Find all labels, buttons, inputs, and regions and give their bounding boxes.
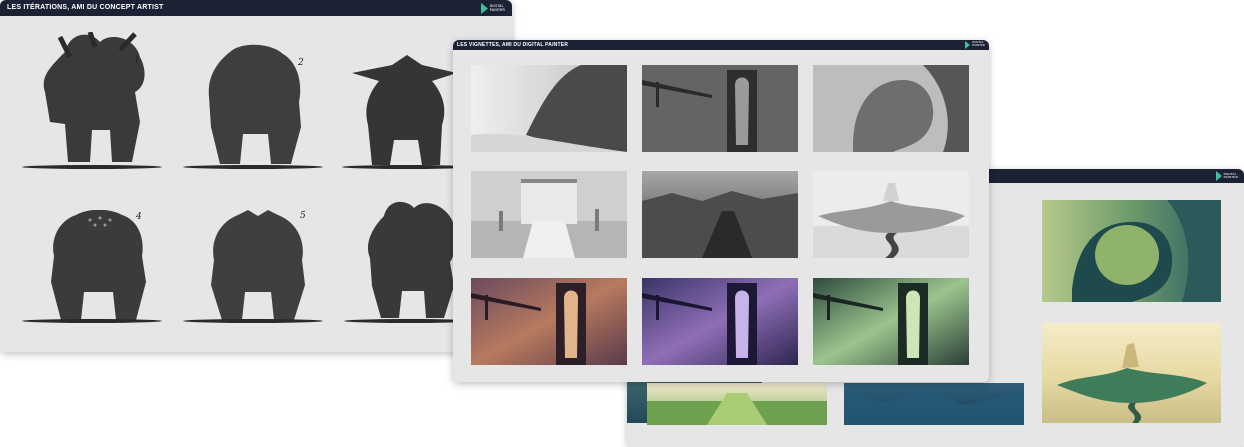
vignette-statue-green[interactable] (813, 278, 969, 365)
iteration-number-2: 2 (298, 58, 304, 68)
vignette-face[interactable] (813, 65, 969, 152)
ground-shadow (183, 165, 323, 169)
vignette-temple[interactable] (471, 171, 627, 258)
iterations-card: LES ITÉRATIONS, AMI DU CONCEPT ARTIST DI… (0, 0, 512, 352)
brand-logo-line2: PAINTER (1223, 175, 1238, 179)
vignette-statue-purple[interactable] (642, 278, 798, 365)
creature-sketch-4[interactable] (48, 210, 148, 322)
ground-shadow (22, 165, 162, 169)
creature-sketch-5[interactable] (208, 210, 308, 322)
ground-shadow (22, 319, 162, 323)
ground-shadow (183, 319, 323, 323)
brand-logo-icon (480, 3, 488, 14)
creature-sketch-1[interactable] (40, 32, 155, 167)
brand-logo-icon (965, 41, 971, 49)
vignette-statue[interactable] (642, 65, 798, 152)
vignettes-header: LES VIGNETTES, AMI DU DIGITAL PAINTER DI… (453, 40, 989, 50)
vignette-island[interactable] (813, 171, 969, 258)
creature-sketch-6[interactable] (364, 196, 459, 321)
brand-logo: DIGITAL PAINTER (1215, 171, 1238, 181)
brand-logo-icon (1215, 171, 1222, 181)
variant-tile-stairs[interactable] (647, 383, 827, 425)
creature-sketch-3[interactable] (352, 55, 457, 170)
iteration-number-4: 4 (136, 212, 142, 222)
creature-sketch-2[interactable] (205, 42, 305, 167)
iteration-number-5: 5 (300, 211, 306, 221)
variant-tile-valley[interactable] (844, 383, 1024, 425)
vignette-cliff[interactable] (471, 65, 627, 152)
iterations-title: LES ITÉRATIONS, AMI DU CONCEPT ARTIST (7, 4, 164, 11)
vignette-canyon[interactable] (642, 171, 798, 258)
iteration-number-1: 1 (134, 56, 140, 66)
vignettes-card: LES VIGNETTES, AMI DU DIGITAL PAINTER DI… (453, 40, 989, 382)
vignettes-title: LES VIGNETTES, AMI DU DIGITAL PAINTER (457, 42, 569, 48)
brand-logo: DIGITAL PAINTER (965, 41, 985, 49)
variant-tile-portrait[interactable] (1042, 200, 1221, 302)
iterations-header: LES ITÉRATIONS, AMI DU CONCEPT ARTIST DI… (0, 0, 512, 16)
variant-tile-island[interactable] (1042, 323, 1221, 423)
brand-logo: DIGITAL PAINTER (480, 3, 505, 14)
vignette-statue-warm[interactable] (471, 278, 627, 365)
brand-logo-line2: PAINTER (489, 7, 505, 12)
brand-logo-line2: PAINTER (972, 44, 985, 47)
